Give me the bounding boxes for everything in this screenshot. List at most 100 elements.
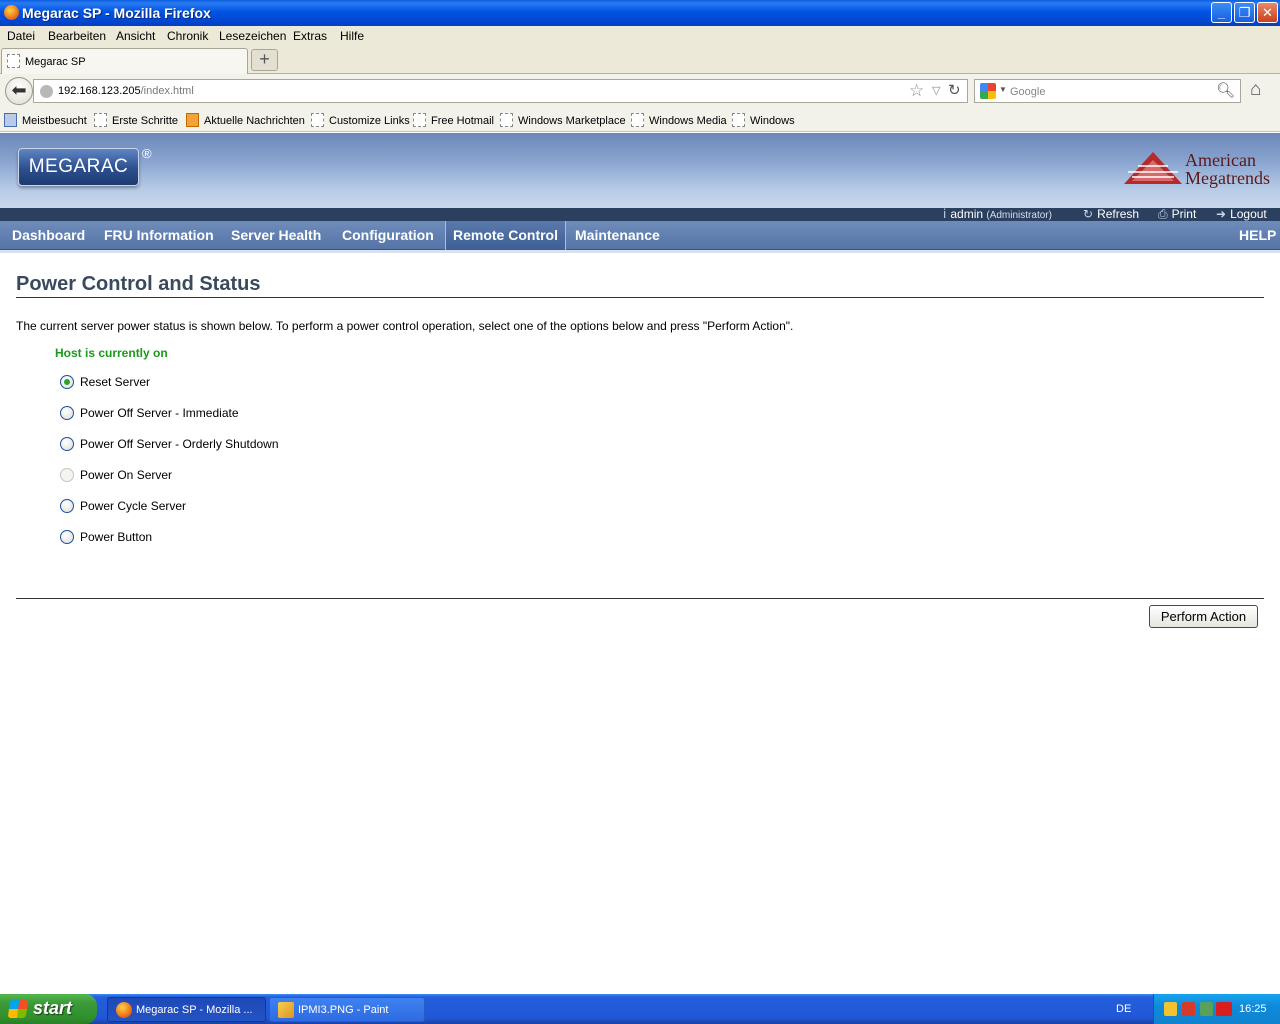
refresh-icon: ↻ xyxy=(1083,207,1094,221)
nav-separator xyxy=(0,250,1280,253)
search-icon[interactable]: 🔍︎ xyxy=(1216,81,1235,99)
ati-icon[interactable] xyxy=(1216,1002,1232,1016)
radio-reset-server[interactable] xyxy=(60,375,74,389)
bookmark-windows[interactable]: Windows xyxy=(732,113,795,127)
bookmark-meistbesucht[interactable]: Meistbesucht xyxy=(4,113,87,127)
bookmark-icon xyxy=(732,113,745,127)
bookmark-windows-media[interactable]: Windows Media xyxy=(631,113,727,127)
menu-hilfe[interactable]: Hilfe xyxy=(340,29,364,43)
menu-extras[interactable]: Extras xyxy=(293,29,327,43)
radio-power-on xyxy=(60,468,74,482)
new-tab-button[interactable]: + xyxy=(251,49,278,71)
google-icon[interactable] xyxy=(980,83,996,99)
menu-ansicht[interactable]: Ansicht xyxy=(116,29,155,43)
search-engine-dropdown-icon[interactable]: ▼ xyxy=(999,85,1007,94)
option-label[interactable]: Power Cycle Server xyxy=(80,499,186,513)
taskbar-paint[interactable]: IPMI3.PNG - Paint xyxy=(269,997,425,1022)
nav-help[interactable]: HELP xyxy=(1232,221,1280,250)
option-label[interactable]: Power Button xyxy=(80,530,152,544)
restore-button[interactable]: ❐ xyxy=(1234,2,1255,23)
page-description: The current server power status is shown… xyxy=(16,319,794,333)
menu-chronik[interactable]: Chronik xyxy=(167,29,208,43)
ami-logo-text: American Megatrends xyxy=(1185,151,1270,187)
address-url: 192.168.123.205/index.html xyxy=(58,85,194,97)
bookmark-erste-schritte[interactable]: Erste Schritte xyxy=(94,113,178,127)
bookmark-star-icon[interactable]: ☆ xyxy=(909,81,924,101)
print-link[interactable]: ⎙ Print xyxy=(1158,207,1196,222)
language-indicator[interactable]: DE xyxy=(1116,1003,1131,1015)
firefox-icon xyxy=(4,5,19,20)
home-icon[interactable]: ⌂ xyxy=(1250,79,1261,101)
nav-server-health[interactable]: Server Health xyxy=(224,221,328,250)
security-shield-icon[interactable] xyxy=(1164,1002,1177,1016)
page-icon xyxy=(7,54,20,68)
bookmark-icon xyxy=(413,113,426,127)
user-bar: ⅰ admin (Administrator) ↻ Refresh ⎙ Print ➜… xyxy=(0,207,1280,222)
nav-maintenance[interactable]: Maintenance xyxy=(568,221,667,250)
bookmark-icon xyxy=(631,113,644,127)
network-icon[interactable] xyxy=(1200,1002,1213,1016)
logout-link[interactable]: ➜ Logout xyxy=(1216,207,1267,221)
nav-configuration[interactable]: Configuration xyxy=(335,221,441,250)
print-icon: ⎙ xyxy=(1158,207,1168,221)
antivirus-icon[interactable] xyxy=(1182,1002,1195,1016)
back-button[interactable]: ⬅ xyxy=(5,77,33,105)
window-titlebar[interactable]: Megarac SP - Mozilla Firefox _ ❐ ✕ xyxy=(0,0,1280,26)
minimize-button[interactable]: _ xyxy=(1211,2,1232,23)
tab-megarac[interactable]: Megarac SP xyxy=(1,48,248,74)
content-divider xyxy=(16,598,1264,599)
close-button[interactable]: ✕ xyxy=(1257,2,1278,23)
app-header: MEGARAC ® xyxy=(0,133,1280,208)
power-status: Host is currently on xyxy=(55,346,168,360)
logout-icon: ➜ xyxy=(1216,207,1227,221)
option-label[interactable]: Reset Server xyxy=(80,375,150,389)
start-button[interactable]: start xyxy=(0,994,97,1024)
radio-power-off-orderly[interactable] xyxy=(60,437,74,451)
menu-datei[interactable]: Datei xyxy=(7,29,35,43)
rss-icon xyxy=(186,113,199,127)
user-role: (Administrator) xyxy=(986,210,1052,221)
windows-logo-icon xyxy=(7,1000,29,1018)
history-dropdown-icon[interactable]: ▽ xyxy=(932,84,940,97)
user-name: admin xyxy=(950,207,984,221)
reload-icon[interactable]: ↻ xyxy=(948,81,961,99)
address-bar[interactable]: 192.168.123.205/index.html ☆ ▽ ↻ xyxy=(33,79,968,103)
radio-power-cycle[interactable] xyxy=(60,499,74,513)
firefox-icon xyxy=(116,1002,132,1018)
site-identity-icon[interactable] xyxy=(40,85,53,98)
bookmark-free-hotmail[interactable]: Free Hotmail xyxy=(413,113,494,127)
ami-line1: American xyxy=(1185,150,1256,170)
main-nav: Dashboard FRU Information Server Health … xyxy=(0,221,1280,250)
ami-pyramid-logo xyxy=(1124,152,1182,184)
paint-icon xyxy=(278,1002,294,1018)
task-label: IPMI3.PNG - Paint xyxy=(298,1004,389,1016)
search-bar[interactable]: ▼ Google 🔍︎ xyxy=(974,79,1241,103)
user-icon: ⅰ xyxy=(943,207,947,221)
option-label[interactable]: Power Off Server - Orderly Shutdown xyxy=(80,437,279,451)
taskbar: start Megarac SP - Mozilla ... IPMI3.PNG… xyxy=(0,994,1280,1024)
option-label[interactable]: Power Off Server - Immediate xyxy=(80,406,239,420)
ami-line2: Megatrends xyxy=(1185,168,1270,188)
bookmark-aktuelle-nachrichten[interactable]: Aktuelle Nachrichten xyxy=(186,113,305,127)
start-label: start xyxy=(33,998,73,1018)
nav-remote-control[interactable]: Remote Control xyxy=(445,221,566,250)
refresh-link[interactable]: ↻ Refresh xyxy=(1083,207,1139,221)
taskbar-firefox[interactable]: Megarac SP - Mozilla ... xyxy=(107,997,266,1022)
menu-bearbeiten[interactable]: Bearbeiten xyxy=(48,29,106,43)
menu-lesezeichen[interactable]: Lesezeichen xyxy=(219,29,286,43)
nav-dashboard[interactable]: Dashboard xyxy=(5,221,92,250)
bookmark-icon xyxy=(500,113,513,127)
window-title: Megarac SP - Mozilla Firefox xyxy=(22,5,211,21)
radio-power-button[interactable] xyxy=(60,530,74,544)
perform-action-button[interactable]: Perform Action xyxy=(1149,605,1258,628)
search-placeholder: Google xyxy=(1010,86,1046,98)
radio-power-off-immediate[interactable] xyxy=(60,406,74,420)
bookmark-icon xyxy=(94,113,107,127)
bookmark-windows-marketplace[interactable]: Windows Marketplace xyxy=(500,113,626,127)
tab-label: Megarac SP xyxy=(25,56,86,68)
title-divider xyxy=(16,297,1264,298)
bookmark-customize-links[interactable]: Customize Links xyxy=(311,113,410,127)
clock[interactable]: 16:25 xyxy=(1239,1003,1267,1015)
nav-fru-information[interactable]: FRU Information xyxy=(97,221,221,250)
page-title: Power Control and Status xyxy=(16,273,261,295)
